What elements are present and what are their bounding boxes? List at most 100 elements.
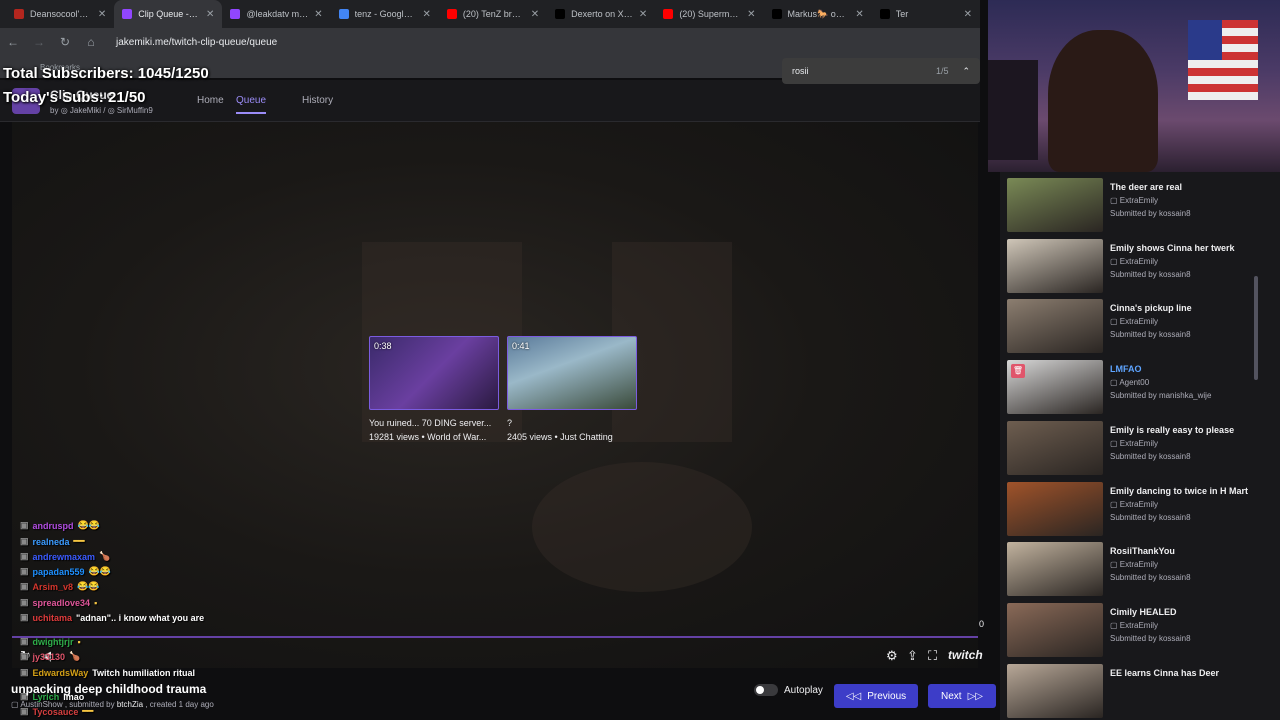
queue-submitter: Submitted by kossain8 — [1110, 452, 1191, 461]
browser-tab[interactable]: tenz - Google Sear ✕ — [331, 0, 439, 28]
chat-username: jy33130 — [32, 651, 66, 662]
author-link-sirmuffin9[interactable]: SirMuffin9 — [117, 106, 153, 115]
queue-item[interactable]: RosiiThankYou ▢ ExtraEmily Submitted by ko… — [1007, 542, 1267, 598]
browser-tab[interactable]: (20) Superman (202 ✕ — [655, 0, 763, 28]
toggle-switch[interactable] — [754, 684, 778, 696]
close-tab-icon[interactable]: ✕ — [98, 9, 106, 20]
nav-queue[interactable]: Queue — [236, 95, 267, 114]
author-link-jakemiki[interactable]: JakeMiki — [70, 106, 101, 115]
submitted-by-label: Submitted by — [1110, 391, 1157, 401]
submitter-name: kossain8 — [1158, 330, 1191, 340]
clip-duration: 0:41 — [512, 341, 530, 351]
queue-thumbnail[interactable] — [1007, 602, 1103, 657]
chat-message: ▣ uchitama "adnan".. i know what you are — [20, 612, 204, 623]
tab-favicon-icon — [338, 9, 349, 19]
queue-thumbnail[interactable] — [1007, 663, 1103, 718]
close-tab-icon[interactable]: ✕ — [206, 9, 214, 20]
queue-channel: ▢ ExtraEmily — [1110, 560, 1158, 569]
app-header — [0, 80, 980, 122]
find-bar[interactable]: rosii 1/5 ⌃ — [782, 58, 980, 84]
chat-message: ▣ realneda ━━ — [20, 536, 84, 547]
browser-tab[interactable]: @leakdatv men ✕ — [222, 0, 330, 28]
queue-item[interactable]: Emily is really easy to please ▢ ExtraEmi… — [1007, 420, 1267, 477]
chat-username: andruspd — [32, 520, 74, 531]
queue-thumbnail[interactable] — [1007, 178, 1103, 232]
back-icon[interactable]: ← — [6, 35, 20, 49]
address-bar[interactable]: jakemiki.me/twitch-clip-queue/queue — [116, 37, 277, 48]
close-tab-icon[interactable]: ✕ — [855, 9, 863, 20]
queue-item[interactable]: Cimily HEALED ▢ ExtraEmily Submitted by ko… — [1007, 602, 1267, 659]
queue-thumbnail[interactable] — [1007, 420, 1103, 475]
badge-icon: ▣ — [20, 581, 29, 591]
queue-item[interactable]: The deer are real ▢ ExtraEmily Submitted b… — [1007, 178, 1267, 234]
clip-channel[interactable]: AustinShow — [20, 700, 62, 709]
browser-tab[interactable]: (20) TenZ breaks up ✕ — [439, 0, 547, 28]
nav-history[interactable]: History — [302, 95, 333, 106]
delete-icon[interactable]: 🗑 — [1011, 364, 1025, 379]
home-icon[interactable]: ⌂ — [84, 35, 98, 49]
queue-thumbnail[interactable] — [1007, 238, 1103, 293]
settings-icon[interactable]: ⚙ — [886, 648, 898, 664]
share-icon[interactable]: ⇪ — [907, 648, 918, 664]
find-query[interactable]: rosii — [792, 66, 809, 76]
clip-thumbnail[interactable]: 0:41 — [507, 336, 637, 410]
queue-title: Cinna's pickup line — [1110, 303, 1192, 314]
reload-icon[interactable]: ↻ — [58, 35, 72, 49]
chat-username: uchitama — [32, 612, 73, 623]
chat-username: spreadlove34 — [32, 597, 91, 608]
chat-emote: ▪ — [77, 636, 81, 647]
queue-thumbnail[interactable]: 🗑 — [1007, 360, 1103, 415]
nav-home[interactable]: Home — [197, 95, 224, 106]
close-tab-icon[interactable]: ✕ — [314, 9, 322, 20]
find-prev-icon[interactable]: ⌃ — [962, 66, 970, 77]
previous-button[interactable]: ◁◁ Previous — [834, 684, 918, 708]
badge-icon: ▣ — [20, 612, 29, 622]
browser-tab[interactable]: Clip Queue - Op ✕ — [114, 0, 223, 28]
badge-icon: ▣ — [20, 536, 29, 546]
twitch-logo[interactable]: twitch — [948, 648, 983, 662]
chat-emote: ━━ — [73, 536, 85, 546]
close-tab-icon[interactable]: ✕ — [964, 9, 972, 20]
close-tab-icon[interactable]: ✕ — [422, 9, 430, 20]
chat-emote: 🍗 — [69, 651, 81, 661]
fullscreen-icon[interactable]: ⛶ — [928, 648, 937, 664]
submitted-by-label: Submitted by — [1110, 209, 1157, 218]
background-shape — [532, 462, 752, 592]
forward-icon[interactable]: → — [32, 35, 46, 49]
close-tab-icon[interactable]: ✕ — [531, 9, 539, 20]
submitted-by-label: Submitted by — [1110, 633, 1157, 643]
autoplay-label: Autoplay — [784, 684, 823, 696]
video-progress-bar[interactable] — [12, 636, 978, 638]
clip-thumbnail[interactable]: 0:38 — [369, 336, 499, 410]
queue-item[interactable]: Emily dancing to twice in H Mart ▢ ExtraE… — [1007, 481, 1267, 538]
current-clip-meta: ▢ AustinShow , submitted by btchZia , cr… — [11, 700, 214, 709]
browser-tab[interactable]: Deansocool's Twitc ✕ — [6, 0, 114, 28]
submitter-name: kossain8 — [1158, 573, 1191, 583]
next-button[interactable]: Next ▷▷ — [928, 684, 996, 708]
queue-item[interactable]: Cinna's pickup line ▢ ExtraEmily Submitted… — [1007, 299, 1267, 355]
queue-submitter: Submitted by kossain8 — [1110, 513, 1191, 522]
queue-thumbnail[interactable] — [1007, 481, 1103, 536]
browser-tab[interactable]: Ter ✕ — [872, 0, 980, 28]
autoplay-toggle[interactable]: Autoplay — [754, 684, 823, 696]
submitter-name: kossain8 — [1158, 512, 1191, 522]
clip-title[interactable]: You ruined... 70 DING server... — [369, 418, 499, 428]
submitter-name: kossain8 — [1158, 451, 1191, 461]
queue-channel: ▢ ExtraEmily — [1110, 500, 1158, 509]
close-tab-icon[interactable]: ✕ — [747, 9, 755, 20]
queue-thumbnail[interactable] — [1007, 299, 1103, 354]
queue-scrollbar[interactable] — [1254, 276, 1258, 380]
suggested-clip-card[interactable]: 0:38 You ruined... 70 DING server... 192… — [369, 336, 499, 442]
total-subscribers-overlay: Total Subscribers: 1045/1250 — [3, 65, 209, 82]
queue-item[interactable]: 🗑 LMFAO ▢ Agent00 Submitted by manishka_wij… — [1007, 360, 1267, 416]
tab-title: Markus🐎 on X: "A — [787, 8, 850, 19]
clip-title[interactable]: ? — [507, 418, 637, 428]
browser-tab[interactable]: Dexerto on X: "Stre ✕ — [547, 0, 655, 28]
queue-item[interactable]: Emily shows Cinna her twerk ▢ ExtraEmily S… — [1007, 238, 1267, 295]
queue-thumbnail[interactable] — [1007, 542, 1103, 597]
close-tab-icon[interactable]: ✕ — [639, 9, 647, 20]
suggested-clip-card[interactable]: 0:41 ? 2405 views • Just Chatting — [507, 336, 637, 442]
browser-tab[interactable]: Markus🐎 on X: "A ✕ — [764, 0, 872, 28]
github-icon: ◎ — [107, 106, 115, 115]
queue-item[interactable]: EE learns Cinna has Deer — [1007, 663, 1267, 720]
